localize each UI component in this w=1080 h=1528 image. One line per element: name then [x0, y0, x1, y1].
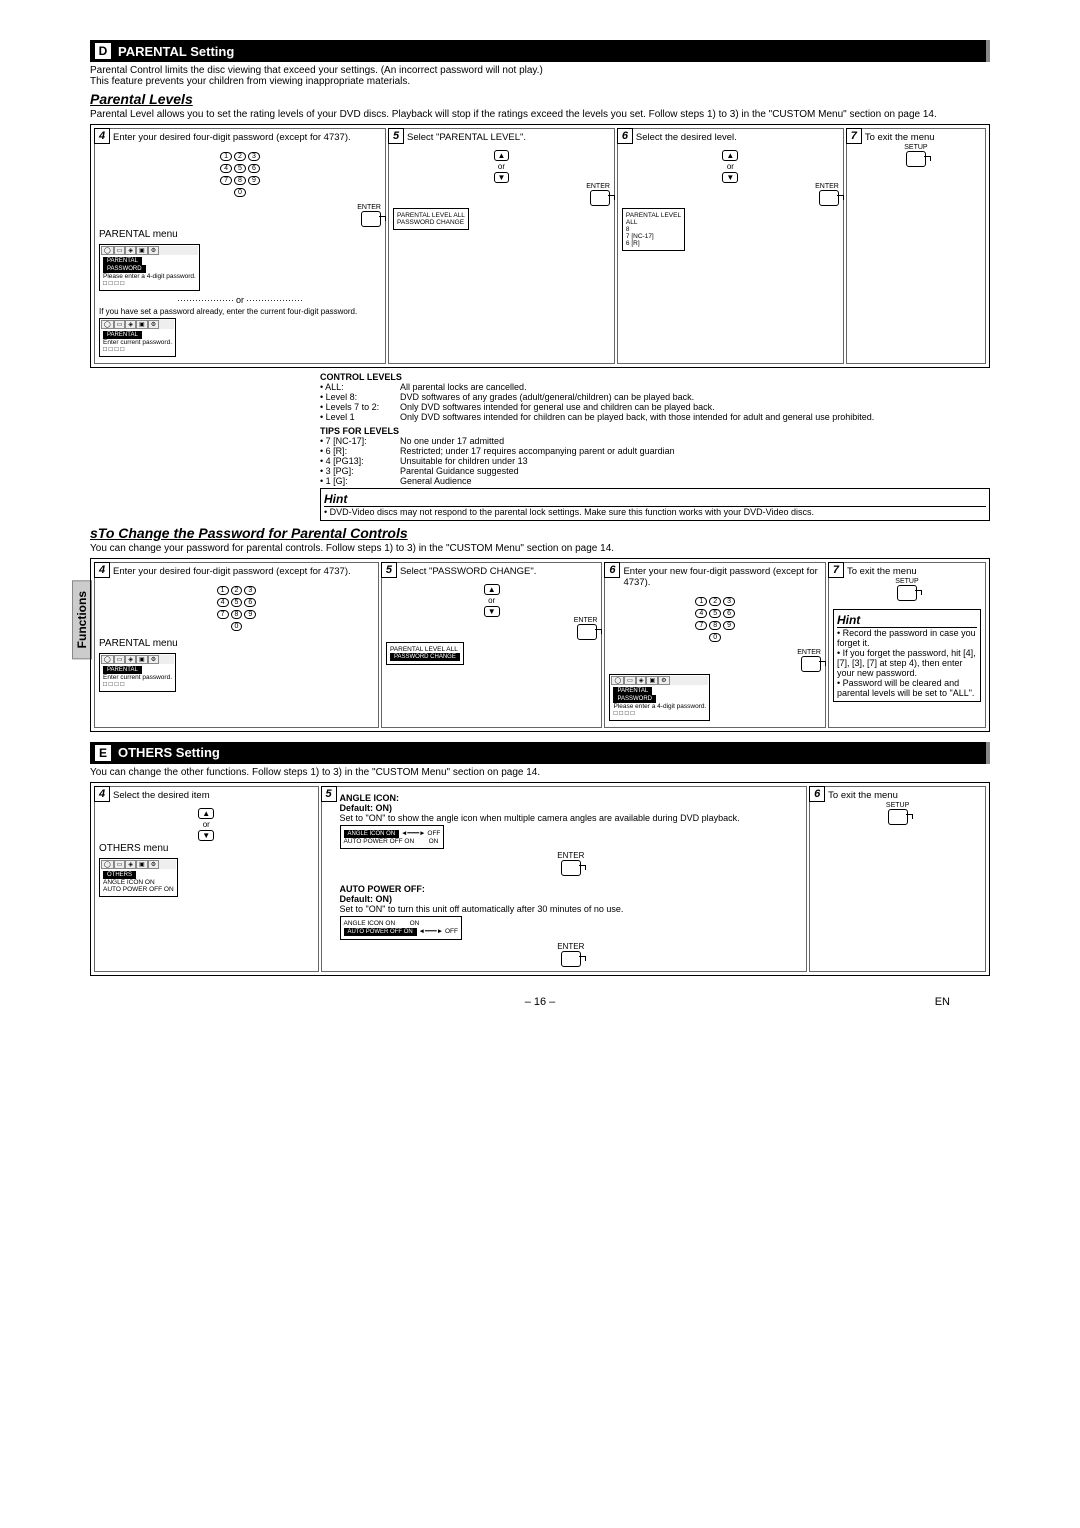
password-change-title: sTo Change the Password for Parental Con…: [90, 525, 990, 541]
step-6-text: Select the desired level.: [636, 133, 839, 144]
section-e-header: E OTHERS Setting: [90, 742, 990, 764]
lang-label: EN: [935, 996, 950, 1008]
step-4-text: Enter your desired four-digit password (…: [113, 133, 381, 144]
section-e-letter: E: [94, 744, 112, 762]
control-levels: CONTROL LEVELS • ALL:All parental locks …: [320, 372, 990, 486]
step-4-if: If you have set a password already, ente…: [99, 307, 381, 316]
enter-label: ENTER: [99, 204, 381, 211]
pw-new-screen: ◯▭◈▣⚙ PARENTALPASSWORDPlease enter a 4-d…: [609, 674, 710, 721]
others-step-5: 5 ANGLE ICON: Default: ON) Set to "ON" t…: [321, 786, 808, 972]
step-5: 5 Select "PARENTAL LEVEL". ▲or▼ ENTER PA…: [388, 128, 615, 364]
pw-menu-screen: ◯▭◈▣⚙ PARENTALEnter current password.□ □…: [99, 653, 176, 692]
parental-levels-title: Parental Levels: [90, 91, 990, 107]
pw-step-4: 4 Enter your desired four-digit password…: [94, 562, 379, 728]
step-7-num: 7: [846, 128, 862, 144]
step5-menu: PARENTAL LEVEL ALLPASSWORD CHANGE: [393, 208, 469, 230]
section-e-intro: You can change the other functions. Foll…: [90, 767, 990, 778]
remote-icon: [590, 190, 610, 206]
or-divider: or: [99, 295, 381, 305]
password-steps-row: 4 Enter your desired four-digit password…: [90, 558, 990, 732]
remote-icon: [819, 190, 839, 206]
step-7: 7 To exit the menu SETUP: [846, 128, 986, 364]
step-6: 6 Select the desired level. ▲or▼ ENTER P…: [617, 128, 844, 364]
pw-step-5: 5 Select "PASSWORD CHANGE". ▲or▼ ENTER P…: [381, 562, 603, 728]
step-6-num: 6: [617, 128, 633, 144]
page-footer: – 16 – EN: [90, 996, 990, 1008]
password-intro: You can change your password for parenta…: [90, 543, 990, 554]
others-menu-screen: ◯▭◈▣⚙ OTHERSANGLE ICON ONAUTO POWER OFF …: [99, 858, 178, 897]
enter-label: ENTER: [622, 183, 839, 190]
section-d-letter: D: [94, 42, 112, 60]
section-d-intro1: Parental Control limits the disc viewing…: [90, 65, 990, 76]
others-step-6: 6 To exit the menu SETUP: [809, 786, 986, 972]
parental-menu-label: PARENTAL menu: [99, 229, 381, 240]
remote-icon: [906, 151, 926, 167]
side-tab-functions: Functions: [72, 580, 92, 659]
pw-step-6: 6 Enter your new four-digit password (ex…: [604, 562, 826, 728]
parental-levels-desc: Parental Level allows you to set the rat…: [90, 109, 990, 120]
hint-box-2: Hint • Record the password in case you f…: [833, 609, 981, 702]
keypad-icon: 1234567890: [99, 150, 381, 198]
step-7-text: To exit the menu: [865, 133, 981, 144]
step-4-num: 4: [94, 128, 110, 144]
pw-step-7: 7 To exit the menu SETUP Hint • Record t…: [828, 562, 986, 728]
others-step-4: 4 Select the desired item ▲or▼ OTHERS me…: [94, 786, 319, 972]
enter-label: ENTER: [393, 183, 610, 190]
others-steps-row: 4 Select the desired item ▲or▼ OTHERS me…: [90, 782, 990, 976]
parental-steps-row: 4 Enter your desired four-digit password…: [90, 124, 990, 368]
up-arrow-icon: ▲: [722, 150, 738, 161]
up-arrow-icon: ▲: [494, 150, 510, 161]
hint-box-1: Hint • DVD-Video discs may not respond t…: [320, 488, 990, 521]
section-d-title: PARENTAL Setting: [118, 44, 234, 59]
setup-label: SETUP: [851, 144, 981, 151]
step-4: 4 Enter your desired four-digit password…: [94, 128, 386, 364]
step-5-text: Select "PARENTAL LEVEL".: [407, 133, 610, 144]
down-arrow-icon: ▼: [722, 172, 738, 183]
step-5-num: 5: [388, 128, 404, 144]
parental-menu-screen: ◯▭◈▣⚙ PARENTALPASSWORDPlease enter a 4-d…: [99, 244, 200, 291]
step6-menu: PARENTAL LEVELALL87 [NC-17]6 [R]: [622, 208, 685, 251]
section-d-header: D PARENTAL Setting: [90, 40, 990, 62]
parental-menu-screen2: ◯▭◈▣⚙ PARENTALEnter current password.□ □…: [99, 318, 176, 357]
section-e-title: OTHERS Setting: [118, 745, 220, 760]
remote-icon: [361, 211, 381, 227]
down-arrow-icon: ▼: [494, 172, 510, 183]
section-d-intro2: This feature prevents your children from…: [90, 76, 990, 87]
page-number: – 16 –: [525, 996, 556, 1008]
